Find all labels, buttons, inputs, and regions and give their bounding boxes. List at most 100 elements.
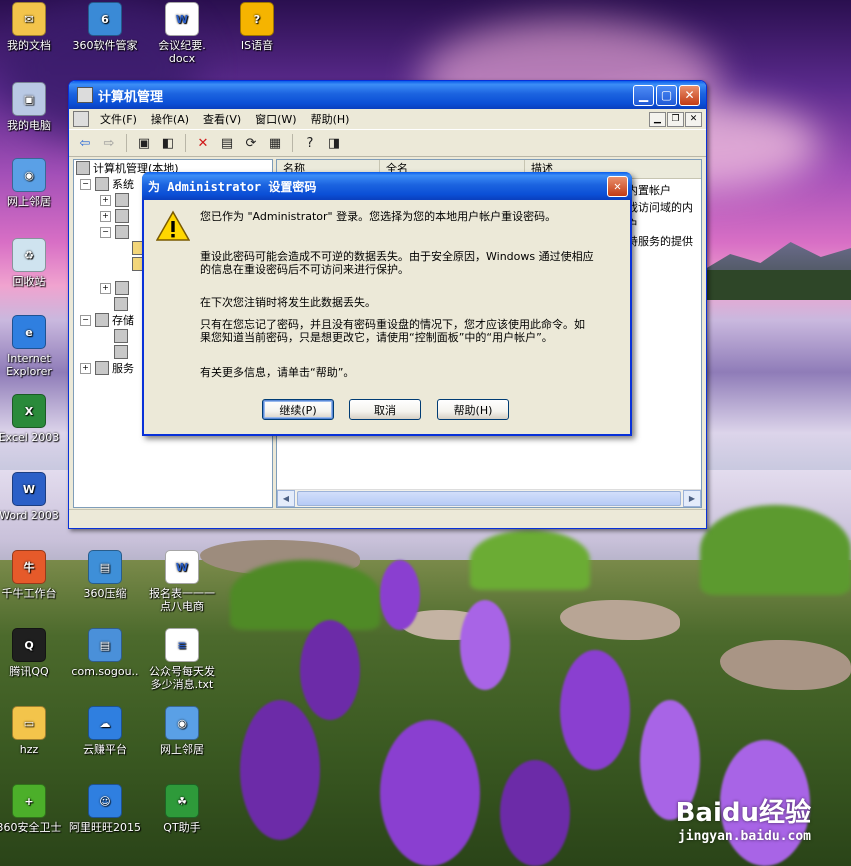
menu-action[interactable]: 操作(A) bbox=[144, 111, 196, 127]
performance-icon bbox=[115, 281, 129, 295]
desktop-icon-image: ☘ bbox=[165, 784, 199, 818]
desktop-icon[interactable]: 6 360软件管家 bbox=[68, 2, 142, 52]
toolbar: ⇦ ⇨ ▣ ◧ ✕ ▤ ⟳ ▦ ? ◨ bbox=[69, 129, 706, 157]
desktop-icon-image: ? bbox=[240, 2, 274, 36]
maximize-button[interactable]: ▢ bbox=[656, 84, 677, 106]
desktop-icon-label: hzz bbox=[19, 743, 39, 756]
window-titlebar[interactable]: 计算机管理 ▁ ▢ ✕ bbox=[69, 81, 706, 109]
scroll-right-icon[interactable]: ▶ bbox=[683, 490, 701, 507]
collapse-toggle[interactable]: − bbox=[80, 178, 91, 190]
mdi-system-icon[interactable] bbox=[73, 111, 89, 127]
desktop-icon-image: W bbox=[165, 2, 199, 36]
horizontal-scrollbar[interactable]: ◀ ▶ bbox=[277, 489, 701, 507]
desktop-icon[interactable]: ? IS语音 bbox=[220, 2, 294, 52]
dialog-close-button[interactable]: ✕ bbox=[607, 175, 628, 197]
removable-storage-icon bbox=[114, 329, 128, 343]
set-password-dialog[interactable]: 为 Administrator 设置密码 ✕ 您已作为 "Administrat… bbox=[142, 172, 632, 436]
scroll-left-icon[interactable]: ◀ bbox=[277, 490, 295, 507]
minimize-button[interactable]: ▁ bbox=[633, 84, 654, 106]
desktop-icon[interactable]: +360安全卫士 bbox=[0, 784, 66, 834]
cancel-button[interactable]: 取消 bbox=[349, 399, 421, 420]
desktop-icon[interactable]: ♻ 回收站 bbox=[0, 238, 66, 288]
desktop-icon[interactable]: ≡ 公众号每天发 多少消息.txt bbox=[145, 628, 219, 691]
desktop-icon[interactable]: X Excel 2003 bbox=[0, 394, 66, 444]
expand-toggle[interactable]: + bbox=[100, 210, 111, 222]
desktop-icon-image: ▭ bbox=[12, 706, 46, 740]
desktop-icon[interactable]: ▭ hzz bbox=[0, 706, 66, 756]
mdi-close-button[interactable]: ✕ bbox=[685, 111, 702, 127]
help-button[interactable]: 帮助(H) bbox=[437, 399, 509, 420]
desktop-icon[interactable]: ☘ QT助手 bbox=[145, 784, 219, 834]
desktop-icon[interactable]: ▤ com.sogou.. bbox=[68, 628, 142, 678]
dialog-message-line: 有关更多信息，请单击“帮助”。 bbox=[200, 366, 355, 379]
disk-management-icon bbox=[114, 345, 128, 359]
desktop-icon-label: docx bbox=[168, 52, 196, 65]
shared-folders-icon bbox=[115, 209, 129, 223]
desktop-icon-image: e bbox=[12, 315, 46, 349]
desktop-icon[interactable]: 牛千牛工作台 bbox=[0, 550, 66, 600]
desktop-icon-image: 牛 bbox=[12, 550, 46, 584]
device-manager-icon bbox=[114, 297, 128, 311]
menu-view[interactable]: 查看(V) bbox=[196, 111, 248, 127]
desktop-icon[interactable]: ▤ 360压缩 bbox=[68, 550, 142, 600]
continue-button[interactable]: 继续(P) bbox=[262, 399, 334, 420]
desktop-icon-label: 会议纪要. bbox=[158, 39, 206, 52]
desktop-icon-label: 多少消息.txt bbox=[150, 678, 214, 691]
forward-arrow-icon[interactable]: ⇨ bbox=[99, 133, 119, 153]
list-item-description: 戏访问域的内 bbox=[627, 201, 693, 214]
desktop-icon-image: ▤ bbox=[88, 550, 122, 584]
up-folder-icon[interactable]: ▣ bbox=[134, 133, 154, 153]
menu-help[interactable]: 帮助(H) bbox=[304, 111, 357, 127]
delete-icon[interactable]: ✕ bbox=[193, 133, 213, 153]
desktop-icon[interactable]: ◉ 网上邻居 bbox=[0, 158, 66, 208]
expand-toggle[interactable]: + bbox=[80, 362, 91, 374]
status-bar bbox=[69, 509, 706, 528]
event-viewer-icon bbox=[115, 193, 129, 207]
desktop-icon[interactable]: ☁ 云赚平台 bbox=[68, 706, 142, 756]
help-icon[interactable]: ? bbox=[300, 133, 320, 153]
back-arrow-icon[interactable]: ⇦ bbox=[75, 133, 95, 153]
users-icon bbox=[115, 225, 129, 239]
menu-file[interactable]: 文件(F) bbox=[93, 111, 144, 127]
computer-management-icon bbox=[77, 87, 93, 103]
list-item-description: 内置帐户 bbox=[627, 184, 671, 197]
desktop-icon[interactable]: ✉ 我的文档 bbox=[0, 2, 66, 52]
desktop-icon-label: 报名表一一一 bbox=[149, 587, 215, 600]
desktop-icon-label: 360安全卫士 bbox=[0, 821, 62, 834]
collapse-toggle[interactable]: − bbox=[100, 226, 111, 238]
properties-icon[interactable]: ▤ bbox=[217, 133, 237, 153]
desktop-icon[interactable]: ☺ 阿里旺旺2015 bbox=[68, 784, 142, 834]
desktop-icon[interactable]: W Word 2003 bbox=[0, 472, 66, 522]
dialog-titlebar[interactable]: 为 Administrator 设置密码 ✕ bbox=[142, 172, 632, 200]
desktop-icon-image: ≡ bbox=[165, 628, 199, 662]
show-hide-tree-icon[interactable]: ◧ bbox=[158, 133, 178, 153]
mdi-minimize-button[interactable]: ▁ bbox=[649, 111, 666, 127]
mdi-restore-button[interactable]: ❐ bbox=[667, 111, 684, 127]
desktop-icon-label: IS语音 bbox=[240, 39, 274, 52]
desktop-icon-image: ◉ bbox=[12, 158, 46, 192]
action-pane-icon[interactable]: ◨ bbox=[324, 133, 344, 153]
desktop-icon[interactable]: e Internet Explorer bbox=[0, 315, 66, 378]
export-list-icon[interactable]: ▦ bbox=[265, 133, 285, 153]
desktop-icon[interactable]: W 报名表一一一 点八电商 bbox=[145, 550, 219, 613]
desktop-icon[interactable]: W 会议纪要. docx bbox=[145, 2, 219, 65]
collapse-toggle[interactable]: − bbox=[80, 314, 91, 326]
menu-window[interactable]: 窗口(W) bbox=[248, 111, 303, 127]
tools-icon bbox=[95, 177, 109, 191]
watermark-url: jingyan.baidu.com bbox=[677, 829, 811, 844]
desktop-icon-label: 360压缩 bbox=[83, 587, 127, 600]
toolbar-separator bbox=[126, 134, 127, 152]
desktop-icon[interactable]: ▣ 我的电脑 bbox=[0, 82, 66, 132]
expand-toggle[interactable]: + bbox=[100, 282, 111, 294]
scroll-thumb[interactable] bbox=[297, 491, 681, 506]
desktop-icon-image: W bbox=[12, 472, 46, 506]
expand-toggle[interactable]: + bbox=[100, 194, 111, 206]
desktop-icon-label: 网上邻居 bbox=[7, 195, 51, 208]
desktop-icon[interactable]: Q 腾讯QQ bbox=[0, 628, 66, 678]
close-button[interactable]: ✕ bbox=[679, 84, 700, 106]
desktop-icon[interactable]: ◉ 网上邻居 bbox=[145, 706, 219, 756]
dialog-message-line: 的信息在重设密码后不可访问来进行保护。 bbox=[200, 263, 409, 276]
refresh-icon[interactable]: ⟳ bbox=[241, 133, 261, 153]
storage-icon bbox=[95, 313, 109, 327]
dialog-message-line: 您已作为 "Administrator" 登录。您选择为您的本地用户帐户重设密码… bbox=[200, 210, 557, 223]
